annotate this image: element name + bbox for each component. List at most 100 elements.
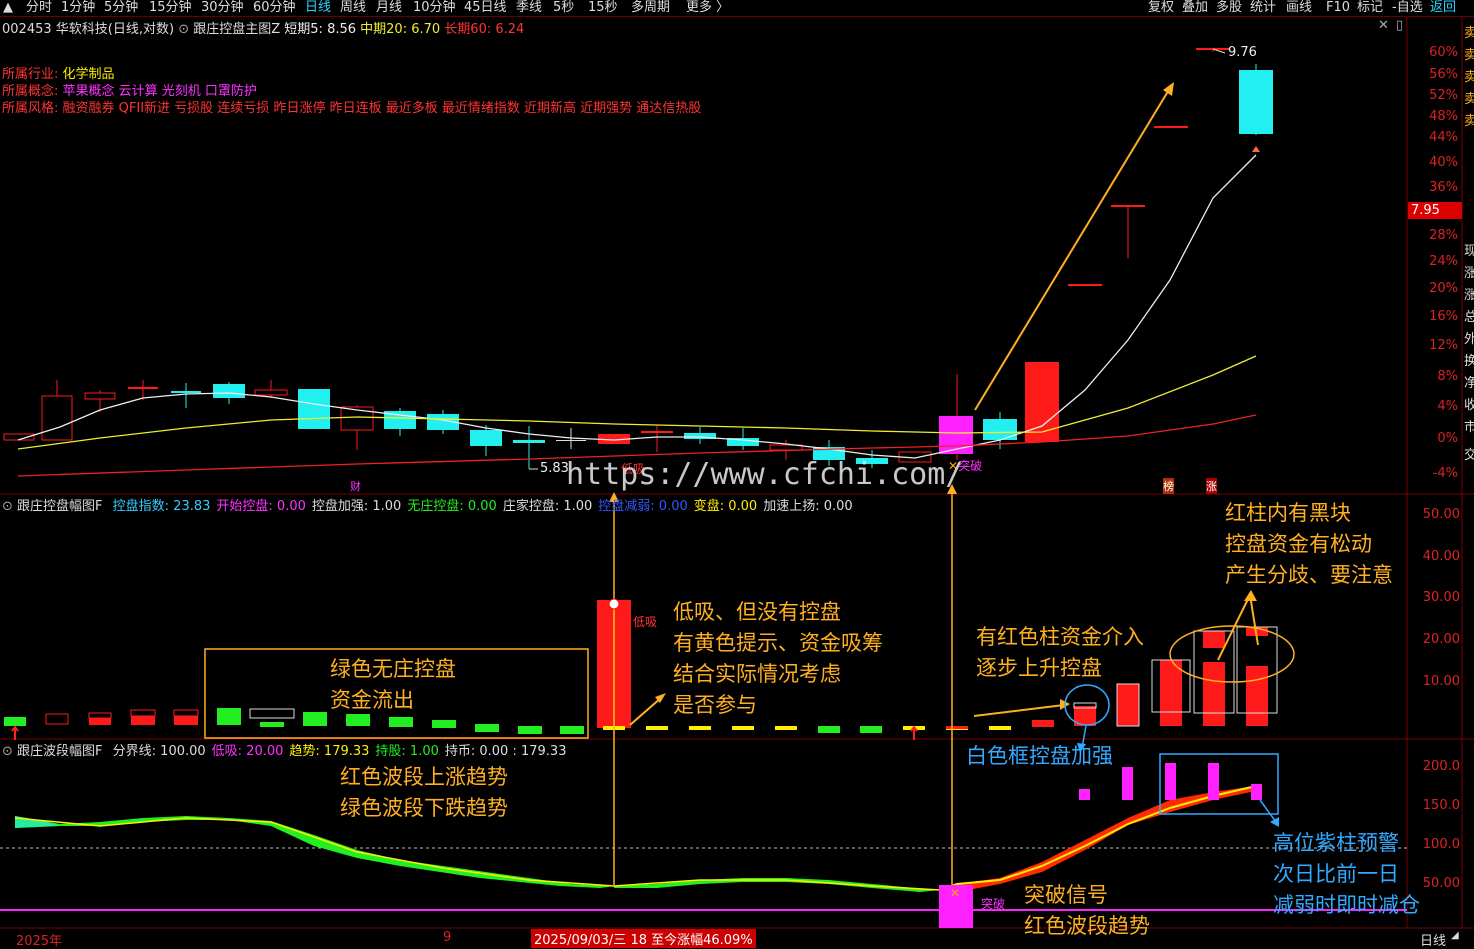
style-value: 融资融券 QFII新进 亏损股 连续亏损 昨日涨停 昨日连板 最近多板 最近情绪… [62, 101, 702, 116]
low-buy-marker [608, 598, 620, 610]
current-price-tag: 7.95 [1408, 202, 1462, 219]
finance-marker[interactable]: 财 [350, 478, 361, 494]
candle [1068, 284, 1102, 286]
style-row: 所属风格: 融资融券 QFII新进 亏损股 连续亏损 昨日涨停 昨日连板 最近多… [2, 97, 701, 116]
main-indicator-name[interactable]: 跟庄控盘主图Z [193, 22, 280, 37]
control-axis-tick: 50.00 [1422, 507, 1460, 522]
control-axis-tick: 20.00 [1422, 632, 1460, 647]
wave-metric: 持股: 1.00 [375, 744, 439, 759]
candle [41, 395, 73, 441]
limit-up-marker[interactable]: 涨 [1206, 478, 1217, 494]
side-info-char: 交 [1464, 448, 1474, 463]
style-label: 所属风格: [2, 101, 59, 116]
ma-long-value: 长期60: 6.24 [444, 22, 525, 37]
control-metric: 加速上扬: 0.00 [763, 499, 853, 514]
wave-axis-tick: 200.0 [1422, 759, 1460, 774]
candle [84, 392, 116, 400]
side-info-char: 涨 [1464, 266, 1474, 281]
wave-metric: 分界线: 100.00 [112, 744, 206, 759]
annotation-white-box: 白色框控盘加强 [966, 744, 1113, 768]
annotation-low-buy: 低吸、但没有控盘 有黄色提示、资金吸筹 结合实际情况考虑 是否参与 [673, 600, 883, 717]
control-indicator-name[interactable]: 跟庄控盘幅图F [17, 499, 102, 514]
low-buy-bar-label: 低吸 [633, 615, 658, 629]
breakout-candle [939, 416, 973, 454]
control-metric: 控盘指数: 23.83 [112, 499, 211, 514]
wave-ribbon [14, 785, 1260, 892]
annotation-breakout-signal: 突破信号 红色波段趋势 [1024, 883, 1150, 938]
period-indicator[interactable]: 日线 [1420, 930, 1446, 949]
expand-icon[interactable]: ▯ [1396, 18, 1403, 33]
side-info-char: 卖 [1464, 26, 1474, 41]
wave-metric: 低吸: 20.00 [211, 744, 284, 759]
price-axis-tick: 52% [1429, 88, 1458, 103]
date-status: 2025/09/03/三 18 至今涨幅46.09% [531, 929, 756, 948]
price-axis-tick: 8% [1437, 369, 1458, 384]
warning-bar [1079, 789, 1090, 800]
candle [298, 389, 330, 429]
wave-axis-tick: 150.0 [1422, 798, 1460, 813]
close-icon[interactable]: ✕ [1378, 18, 1389, 33]
warning-bar [1208, 763, 1219, 800]
arrow-head-icon [1244, 590, 1257, 601]
watermark: https://www.cfchi.com/ [566, 457, 964, 492]
price-axis-tick: 48% [1429, 109, 1458, 124]
warning-bar [1165, 763, 1176, 800]
price-axis-tick: 24% [1429, 254, 1458, 269]
ma-mid-value: 中期20: 6.70 [360, 22, 441, 37]
stock-title: 002453 华软科技(日线,对数) [2, 22, 175, 37]
control-panel-header: ⊙ 跟庄控盘幅图F 控盘指数: 23.83 开始控盘: 0.00 控盘加强: 1.0… [2, 495, 853, 514]
annotation-no-control: 绿色无庄控盘 资金流出 [330, 657, 456, 712]
svg-text:✕: ✕ [950, 886, 960, 900]
side-info-char: 总 [1464, 310, 1474, 325]
annotation-wave-trend: 红色波段上涨趋势 绿色波段下跌趋势 [340, 765, 508, 820]
month-label: 9 [443, 930, 452, 945]
control-metric: 变盘: 0.00 [693, 499, 758, 514]
control-axis-tick: 10.00 [1422, 674, 1460, 689]
candle [513, 440, 545, 443]
price-axis-tick: 56% [1429, 67, 1458, 82]
settings-icon[interactable]: ⊙ [2, 744, 13, 759]
up-arrow-icon [910, 725, 918, 740]
ma-short-line [17, 154, 1257, 459]
wave-indicator-name[interactable]: 跟庄波段幅图F [17, 744, 102, 759]
arrow-head-icon [1270, 817, 1279, 827]
candle [1111, 205, 1145, 207]
price-axis-tick: 16% [1429, 309, 1458, 324]
up-arrow-icon [11, 725, 19, 740]
price-axis-tick: 60% [1429, 45, 1458, 60]
side-info-char: 涨 [1464, 288, 1474, 303]
candle [641, 431, 673, 433]
resize-icon[interactable]: ◢ [1451, 930, 1459, 941]
price-axis-tick: -4% [1432, 466, 1458, 481]
control-metric: 无庄控盘: 0.00 [407, 499, 497, 514]
annotation-red-inflow: 有红色柱资金介入 逐步上升控盘 [976, 625, 1144, 680]
candle [213, 384, 245, 398]
control-metric: 庄家控盘: 1.00 [502, 499, 593, 514]
control-axis-tick: 30.00 [1422, 590, 1460, 605]
side-info-char: 外 [1464, 332, 1474, 347]
settings-icon[interactable]: ⊙ [178, 22, 189, 37]
price-axis-tick: 4% [1437, 399, 1458, 414]
candle [556, 440, 586, 441]
side-info-char: 卖 [1464, 48, 1474, 63]
price-axis-tick: 28% [1429, 228, 1458, 243]
annotation-purple-warning: 高位紫柱预警 次日比前一日 减弱时即时减仓 [1273, 831, 1420, 917]
warning-bar [1251, 784, 1262, 800]
side-info-char: 收 [1464, 398, 1474, 413]
annotation-ellipse [1169, 625, 1295, 683]
high-price-label: 9.76 [1228, 45, 1257, 60]
control-metric: 开始控盘: 0.00 [216, 499, 306, 514]
ma-short-value: 短期5: 8.56 [284, 22, 357, 37]
side-info-char: 市 [1464, 420, 1474, 435]
candle [1154, 126, 1188, 128]
candle [983, 419, 1017, 440]
ranking-marker[interactable]: 榜 [1163, 478, 1174, 494]
year-label: 2025年 [16, 934, 63, 949]
arrow-head-icon [1163, 82, 1174, 96]
price-axis-tick: 40% [1429, 155, 1458, 170]
settings-icon[interactable]: ⊙ [2, 499, 13, 514]
candle [128, 387, 158, 389]
low-price-label: 5.83 [540, 461, 569, 476]
candle [1239, 70, 1273, 134]
wave-metric: 持币: 0.00 : 179.33 [444, 744, 567, 759]
